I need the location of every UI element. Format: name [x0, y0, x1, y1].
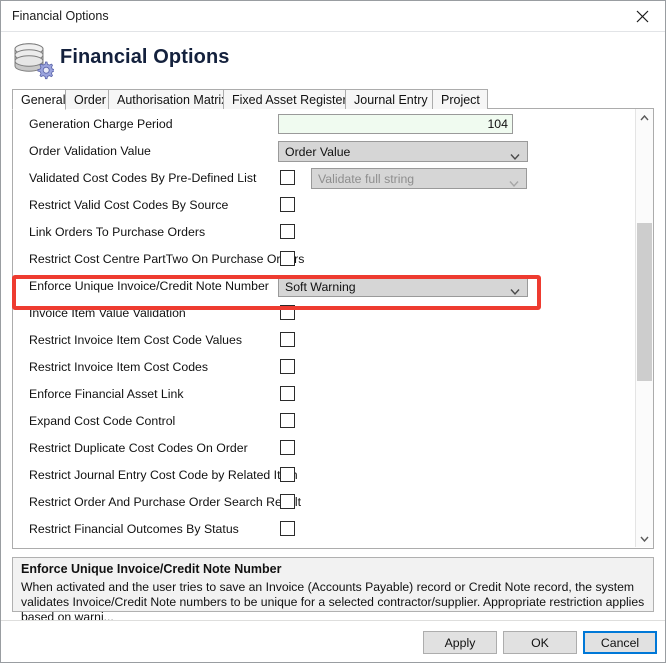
chevron-up-icon — [640, 114, 649, 120]
chevron-down-icon — [510, 283, 520, 296]
close-icon — [636, 10, 648, 22]
setting-row: Generation Charge Period 104 — [15, 112, 633, 139]
setting-row: Restrict Duplicate Cost Codes On Order — [15, 436, 633, 463]
setting-checkbox[interactable] — [280, 332, 295, 347]
setting-checkbox[interactable] — [280, 413, 295, 428]
setting-row: Expand Cost Code Control — [15, 409, 633, 436]
setting-checkbox[interactable] — [280, 386, 295, 401]
setting-row: Restrict Financial Outcomes By Status — [15, 517, 633, 544]
setting-text-input[interactable]: 104 — [278, 114, 513, 134]
scroll-up-button[interactable] — [636, 109, 653, 126]
setting-row: Restrict Order And Purchase Order Search… — [15, 490, 633, 517]
window-title: Financial Options — [12, 9, 109, 23]
setting-row: Restrict Invoice Item Cost Codes — [15, 355, 633, 382]
settings-scroll-panel: Generation Charge Period 104 Order Validat… — [12, 109, 654, 549]
setting-label: Enforce Unique Invoice/Credit Note Numbe… — [29, 279, 269, 293]
title-bar: Financial Options — [1, 1, 665, 32]
tab-fixed-asset-register[interactable]: Fixed Asset Register — [223, 89, 347, 110]
setting-checkbox[interactable] — [280, 521, 295, 536]
setting-label: Restrict Invoice Item Cost Code Values — [29, 333, 243, 347]
setting-row: Restrict Journal Entry Cost Code by Rela… — [15, 463, 633, 490]
setting-checkbox[interactable] — [280, 359, 295, 374]
setting-label: Expand Cost Code Control — [29, 414, 176, 428]
ok-button[interactable]: OK — [503, 631, 577, 654]
setting-checkbox[interactable] — [280, 467, 295, 482]
chevron-down-icon — [640, 536, 649, 542]
settings-form: Generation Charge Period 104 Order Validat… — [15, 109, 633, 547]
setting-checkbox[interactable] — [280, 170, 295, 185]
setting-dropdown[interactable]: Order Value — [278, 141, 528, 162]
setting-label: Link Orders To Purchase Orders — [29, 225, 206, 239]
setting-label: Restrict Invoice Item Cost Codes — [29, 360, 209, 374]
setting-dropdown: Validate full string — [311, 168, 527, 189]
setting-row: Restrict Invoice Item Cost Code Values — [15, 328, 633, 355]
dropdown-value: Validate full string — [318, 172, 415, 186]
description-title: Enforce Unique Invoice/Credit Note Numbe… — [21, 562, 282, 576]
setting-label: Enforce Financial Asset Link — [29, 387, 184, 401]
setting-label: Invoice Item Value Validation — [29, 306, 186, 320]
tab-journal-entry[interactable]: Journal Entry — [345, 89, 433, 110]
page-title: Financial Options — [60, 46, 230, 68]
setting-label: Restrict Valid Cost Codes By Source — [29, 198, 229, 212]
setting-row: Order Validation Value Order Value — [15, 139, 633, 166]
tab-general[interactable]: General — [12, 89, 66, 110]
setting-checkbox[interactable] — [280, 251, 295, 266]
setting-label: Restrict Cost Centre PartTwo On Purchase… — [29, 252, 305, 266]
setting-checkbox[interactable] — [280, 494, 295, 509]
close-button[interactable] — [619, 1, 665, 31]
setting-label: Restrict Financial Outcomes By Status — [29, 522, 239, 536]
apply-button[interactable]: Apply — [423, 631, 497, 654]
coins-gear-icon — [10, 40, 55, 82]
scrollbar-thumb[interactable] — [637, 223, 652, 381]
setting-label: Generation Charge Period — [29, 117, 173, 131]
setting-row: Invoice Item Value Validation — [15, 301, 633, 328]
setting-label: Restrict Duplicate Cost Codes On Order — [29, 441, 248, 455]
chevron-down-icon — [509, 175, 519, 188]
tab-authorisation-matrix[interactable]: Authorisation Matrix — [108, 89, 227, 110]
setting-dropdown[interactable]: Soft Warning — [278, 276, 528, 297]
dialog-footer: Apply OK Cancel — [1, 620, 665, 662]
setting-label: Restrict Order And Purchase Order Search… — [29, 495, 302, 509]
setting-checkbox[interactable] — [280, 440, 295, 455]
setting-row: Restrict Valid Cost Codes By Source — [15, 193, 633, 220]
setting-row: Enforce Unique Invoice/Credit Note Numbe… — [15, 274, 633, 301]
setting-label: Validated Cost Codes By Pre-Defined List — [29, 171, 257, 185]
setting-checkbox[interactable] — [280, 305, 295, 320]
setting-checkbox[interactable] — [280, 224, 295, 239]
setting-row: Enforce Financial Asset Link — [15, 382, 633, 409]
setting-row: Restrict Cost Centre PartTwo On Purchase… — [15, 247, 633, 274]
description-body: When activated and the user tries to sav… — [21, 580, 645, 624]
setting-checkbox[interactable] — [280, 197, 295, 212]
dialog-header: Financial Options — [1, 32, 665, 89]
financial-options-dialog: Financial Options Financial Options Gene… — [0, 0, 666, 663]
setting-row: Link Orders To Purchase Orders — [15, 220, 633, 247]
tab-strip: General Order Authorisation Matrix Fixed As… — [12, 89, 654, 110]
scroll-down-button[interactable] — [636, 530, 653, 547]
dropdown-value: Soft Warning — [285, 280, 356, 294]
description-panel: Enforce Unique Invoice/Credit Note Numbe… — [12, 557, 654, 624]
vertical-scrollbar[interactable] — [635, 109, 653, 547]
setting-row: Validated Cost Codes By Pre-Defined List… — [15, 166, 633, 193]
tab-project[interactable]: Project — [432, 89, 488, 110]
chevron-down-icon — [510, 148, 520, 161]
setting-label: Restrict Journal Entry Cost Code by Rela… — [29, 468, 298, 482]
cancel-button[interactable]: Cancel — [583, 631, 657, 654]
dropdown-value: Order Value — [285, 145, 351, 159]
setting-label: Order Validation Value — [29, 144, 151, 158]
tab-order[interactable]: Order — [65, 89, 109, 110]
